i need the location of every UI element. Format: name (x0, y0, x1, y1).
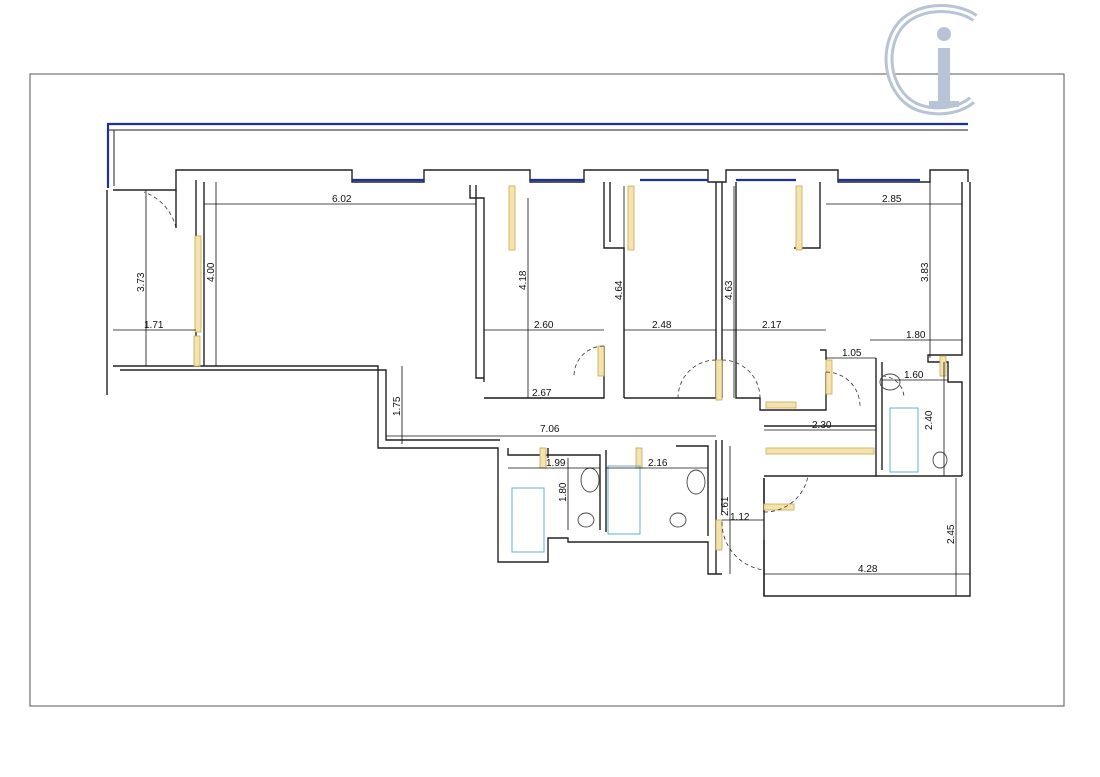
top-window-strip (106, 122, 968, 188)
dim-label: 3.73 (136, 272, 147, 292)
dim-label: 4.28 (858, 564, 878, 575)
dim-label: 1.80 (558, 482, 569, 502)
dim-label: 1.12 (730, 512, 750, 523)
dim-label: 1.60 (904, 370, 924, 381)
dim-label: 2.30 (812, 420, 832, 431)
dim-label: 1.71 (144, 320, 164, 331)
dim-label: 2.85 (882, 194, 902, 205)
dim-label: 2.17 (762, 320, 782, 331)
dim-label: 1.05 (842, 348, 862, 359)
door-frames (193, 185, 947, 551)
dim-label: 1.80 (906, 330, 926, 341)
dim-label: 2.48 (652, 320, 672, 331)
outer-walls (106, 169, 971, 597)
dimension-labels: 6.02 4.00 3.73 1.71 4.18 2.60 4.64 2.48 … (136, 194, 957, 575)
dim-label: 4.64 (614, 280, 625, 300)
ci-logo: Ci (884, 4, 978, 116)
dim-label: 1.75 (392, 396, 403, 416)
dim-label: 2.40 (924, 410, 935, 430)
dim-label: 1.99 (546, 458, 566, 469)
door-swings (143, 191, 905, 571)
dim-label: 6.02 (332, 194, 352, 205)
dim-label: 2.67 (532, 388, 552, 399)
dim-label: 2.60 (534, 320, 554, 331)
dim-label: 3.83 (920, 262, 931, 282)
floor-plan: Ci (29, 4, 1065, 707)
dim-label: 2.45 (946, 524, 957, 544)
dim-label: 4.00 (206, 262, 217, 282)
interior-walls (175, 180, 962, 596)
dim-label: 7.06 (540, 424, 560, 435)
dim-label: 2.16 (648, 458, 668, 469)
dim-label: 4.18 (518, 270, 529, 290)
dim-label: 4.63 (724, 280, 735, 300)
